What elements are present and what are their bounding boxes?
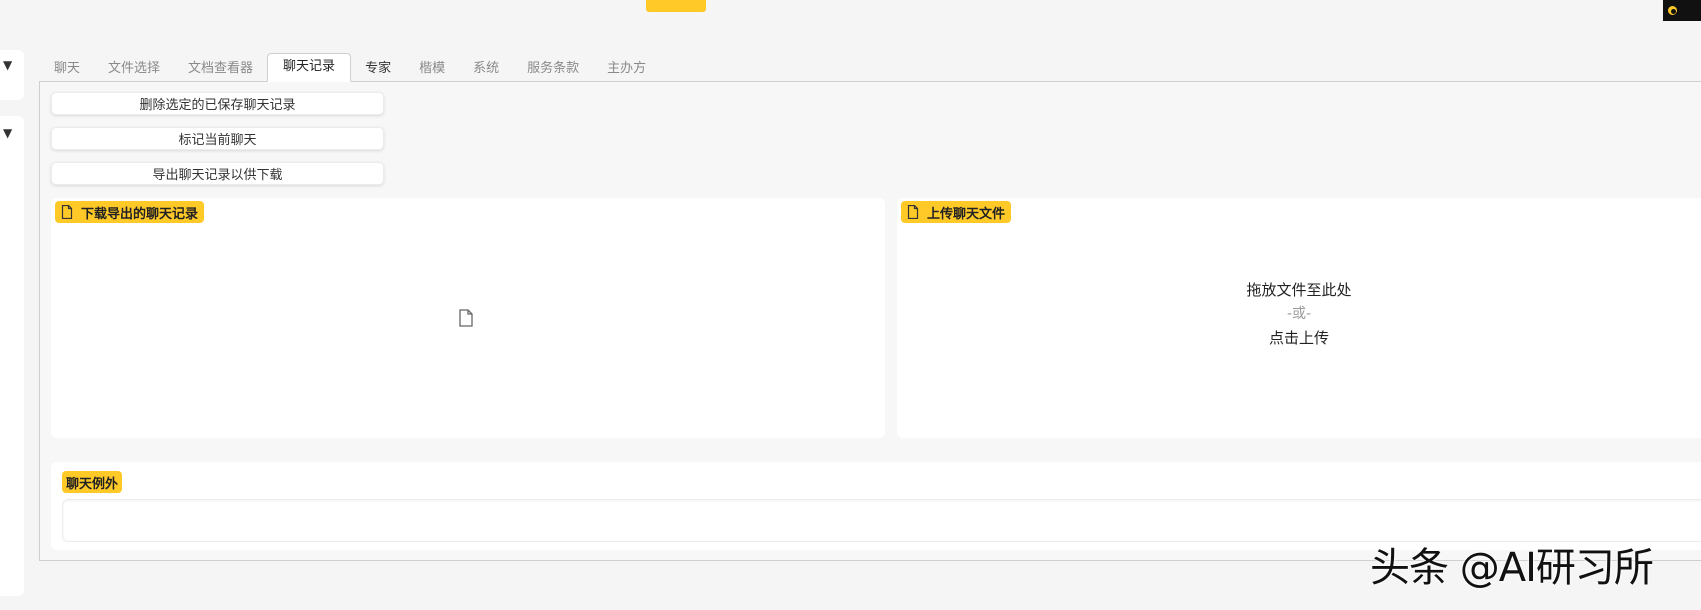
- tab-system[interactable]: 系统: [459, 55, 513, 82]
- tab-doc-viewer[interactable]: 文档查看器: [174, 55, 267, 82]
- tab-terms[interactable]: 服务条款: [513, 55, 593, 82]
- export-chats-button[interactable]: 导出聊天记录以供下载: [51, 162, 384, 185]
- caret-down-icon[interactable]: ▼: [3, 126, 12, 140]
- or-text: -或-: [1286, 306, 1312, 322]
- top-accent-bar: [646, 0, 706, 12]
- file-drop-zone[interactable]: 拖放文件至此处 -或- 点击上传: [897, 278, 1701, 350]
- caret-down-icon[interactable]: ▼: [3, 58, 12, 72]
- delete-saved-chats-button[interactable]: 删除选定的已保存聊天记录: [51, 92, 384, 115]
- drop-text: 拖放文件至此处: [1246, 281, 1352, 299]
- tab-models[interactable]: 楷模: [405, 55, 459, 82]
- watermark-text: 头条 @AI研习所: [1370, 545, 1654, 591]
- corner-logo-icon[interactable]: [1663, 0, 1701, 21]
- rail-collapsible-2[interactable]: [0, 116, 24, 596]
- file-icon: [907, 205, 919, 219]
- upload-panel-label: 上传聊天文件: [901, 201, 1012, 223]
- tab-file-select[interactable]: 文件选择: [94, 55, 174, 82]
- tab-chat-history[interactable]: 聊天记录: [267, 53, 352, 82]
- file-icon: [61, 205, 73, 219]
- tab-chat[interactable]: 聊天: [40, 55, 94, 82]
- file-icon: [459, 309, 473, 327]
- mark-current-chat-button[interactable]: 标记当前聊天: [51, 127, 384, 150]
- download-panel-label: 下载导出的聊天记录: [55, 201, 205, 223]
- click-upload-text[interactable]: 点击上传: [897, 326, 1701, 350]
- left-rail: ▼ ▼: [0, 50, 26, 596]
- tab-experts[interactable]: 专家: [351, 55, 405, 82]
- chat-exceptions-input[interactable]: [62, 499, 1701, 542]
- download-exported-chats-panel[interactable]: 下载导出的聊天记录: [51, 198, 885, 438]
- chat-exceptions-panel: 聊天例外: [51, 462, 1701, 550]
- upload-chat-file-panel[interactable]: 上传聊天文件 拖放文件至此处 -或- 点击上传: [897, 198, 1701, 438]
- tab-host[interactable]: 主办方: [593, 55, 660, 82]
- chat-exceptions-label: 聊天例外: [62, 471, 123, 493]
- tab-bar: 聊天 文件选择 文档查看器 聊天记录 专家 楷模 系统 服务条款 主办方: [40, 53, 660, 82]
